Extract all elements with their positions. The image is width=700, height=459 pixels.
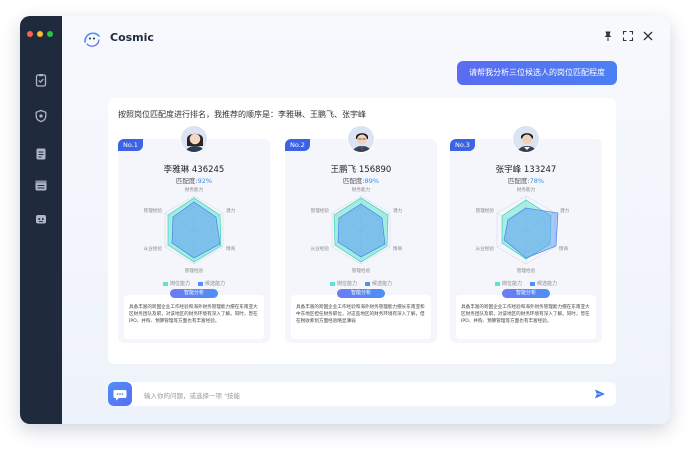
radar-axis-label: 情商	[226, 245, 236, 252]
radar-axis-label: 财务能力	[185, 186, 204, 193]
radar-axis-label: 管理经验	[352, 267, 371, 274]
avatar	[347, 125, 375, 153]
radar-axis-label: 管理经验	[476, 207, 495, 214]
analysis-text: 具备丰富的跨国企业工作经验和海外财务管理能力擅在东南亚大区财务团队及职，对该地区…	[124, 295, 264, 339]
radar-axis-label: 从业经验	[476, 245, 495, 252]
radar-axis-label: 管理经验	[144, 207, 163, 214]
chat-bubble-icon[interactable]	[108, 382, 132, 406]
candidate-name: 张宇峰 133247	[495, 165, 557, 175]
analysis-text: 具备丰富的跨国企业工作经验和海外财务管理能力擅在东南亚大区财务团队及职，对该地区…	[456, 295, 596, 339]
clipboard-icon[interactable]	[34, 73, 48, 87]
radar-axis-label: 管理经验	[185, 267, 204, 274]
rank-badge: No.3	[450, 139, 475, 151]
avatar	[180, 125, 208, 153]
candidate-card[interactable]: No.2 王鹏飞 156890 匹配度:89% 财务能力 潜力 情商 管理经验 …	[285, 125, 437, 343]
radar-legend: 岗位能力 候选能力	[285, 280, 437, 287]
radar-legend: 岗位能力 候选能力	[118, 280, 270, 287]
radar-axis-label: 管理经验	[517, 267, 536, 274]
sidebar	[20, 16, 62, 424]
calendar-icon[interactable]	[34, 178, 48, 192]
radar-axis-label: 从业经验	[311, 245, 330, 252]
candidate-card[interactable]: No.1 李雅琳 436245 匹配度:92% 财务能力 潜力 情商 管理经验 …	[118, 125, 270, 343]
analysis-tag: 智能分析	[502, 289, 550, 298]
radar-axis-label: 财务能力	[517, 186, 536, 193]
window-traffic-lights	[27, 31, 53, 37]
analysis-tag: 智能分析	[170, 289, 218, 298]
shield-icon[interactable]	[34, 109, 48, 123]
avatar	[512, 125, 540, 153]
cosmic-logo-icon	[84, 32, 100, 47]
robot-icon[interactable]	[34, 212, 48, 226]
radar-axis-label: 财务能力	[352, 186, 371, 193]
radar-axis-label: 情商	[393, 245, 403, 252]
radar-chart: 财务能力 潜力 情商 管理经验 从业经验 管理经验	[144, 186, 236, 274]
analysis-tag: 智能分析	[337, 289, 385, 298]
title-bar: Cosmic	[62, 16, 670, 58]
maximize-dot[interactable]	[47, 31, 53, 37]
minimize-dot[interactable]	[37, 31, 43, 37]
candidate-name: 王鹏飞 156890	[330, 165, 392, 175]
app-title: Cosmic	[110, 31, 154, 44]
analysis-text: 具备丰富的跨国企业工作经验和海外财务管理能力擅长东南亚和中东地区担任财务职位，对…	[291, 295, 431, 339]
radar-chart: 财务能力 潜力 情商 管理经验 从业经验 管理经验	[311, 186, 403, 274]
close-icon[interactable]	[642, 30, 654, 42]
document-icon[interactable]	[34, 147, 48, 161]
user-message-bubble: 请帮我分析三位候选人的岗位匹配程度	[457, 61, 617, 85]
chat-input-placeholder[interactable]: 输入你的问题，或选择一项 "技能	[144, 390, 240, 400]
candidate-name: 李雅琳 436245	[163, 165, 225, 175]
radar-axis-label: 情商	[559, 245, 569, 252]
assistant-answer: 按照岗位匹配度进行排名，我推荐的顺序是：李雅琳、王鹏飞、张宇峰 No.1 李雅琳…	[108, 98, 616, 364]
rank-badge: No.2	[285, 139, 310, 151]
close-dot[interactable]	[27, 31, 33, 37]
rank-badge: No.1	[118, 139, 143, 151]
pin-icon[interactable]	[602, 30, 614, 42]
app-window: Cosmic 请帮我分析三位候选人的岗位匹配程度 按照岗位匹配度进行排名，我推荐…	[20, 16, 670, 424]
radar-chart: 财务能力 潜力 情商 管理经验 从业经验 管理经验	[476, 186, 570, 274]
answer-summary: 按照岗位匹配度进行排名，我推荐的顺序是：李雅琳、王鹏飞、张宇峰	[118, 110, 366, 119]
radar-axis-label: 管理经验	[311, 207, 330, 214]
radar-axis-label: 潜力	[393, 207, 403, 214]
radar-axis-label: 从业经验	[144, 245, 163, 252]
main-area: Cosmic 请帮我分析三位候选人的岗位匹配程度 按照岗位匹配度进行排名，我推荐…	[62, 16, 670, 424]
fullscreen-icon[interactable]	[622, 30, 634, 42]
radar-legend: 岗位能力 候选能力	[450, 280, 602, 287]
send-icon[interactable]	[594, 388, 606, 400]
candidate-card[interactable]: No.3 张宇峰 133247 匹配度:78% 财务能力 潜力 情商 管理经验 …	[450, 125, 602, 343]
radar-axis-label: 潜力	[560, 207, 570, 214]
radar-axis-label: 潜力	[226, 207, 236, 214]
